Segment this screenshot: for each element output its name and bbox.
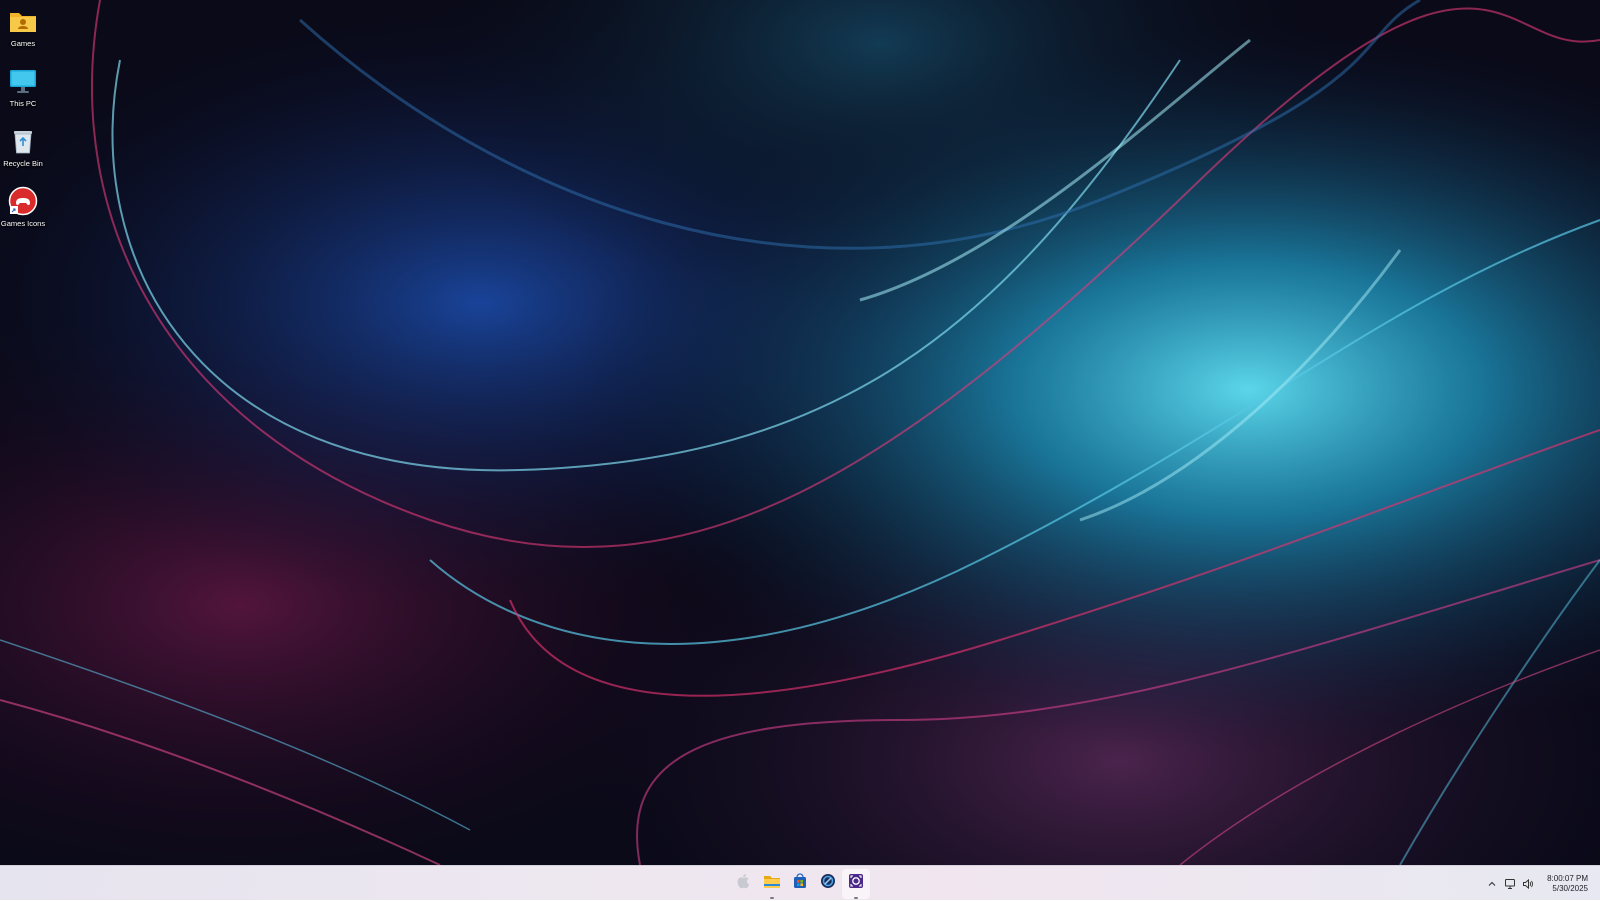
desktop-icon-label: Games Icons [0, 219, 46, 228]
desktop-icon-label: Recycle Bin [3, 159, 43, 168]
folder-user-icon [8, 6, 38, 36]
taskbar-app-circle[interactable] [814, 869, 842, 899]
system-tray: 8:00:07 PM 5/30/2025 [1483, 866, 1588, 901]
microsoft-store-icon [792, 873, 808, 894]
taskbar-pinned-apps [730, 866, 870, 901]
network-icon[interactable] [1503, 877, 1517, 891]
desktop-icon-this-pc[interactable]: This PC [0, 60, 46, 118]
desktop-icon-games[interactable]: Games [0, 0, 46, 58]
app-circle-icon [820, 873, 836, 894]
recycle-bin-icon [8, 126, 38, 156]
taskbar-app-file-explorer[interactable] [758, 869, 786, 899]
running-indicator [854, 896, 858, 899]
desktop-icon-recycle-bin[interactable]: Recycle Bin [0, 120, 46, 178]
clock-date: 5/30/2025 [1552, 883, 1588, 893]
wallpaper [0, 0, 1600, 865]
taskbar-app-apple[interactable] [730, 869, 758, 899]
volume-icon[interactable] [1521, 877, 1535, 891]
desktop-icon-label: Games [10, 39, 36, 48]
apple-logo-icon [736, 873, 752, 894]
desktop[interactable]: Games This PC Recycle Bin Games Icons [0, 0, 1600, 865]
monitor-icon [8, 66, 38, 96]
chevron-up-icon[interactable] [1485, 877, 1499, 891]
file-explorer-icon [763, 872, 781, 895]
desktop-icon-games-icons[interactable]: Games Icons [0, 180, 46, 238]
gamepad-shortcut-icon [8, 186, 38, 216]
running-indicator [770, 896, 774, 899]
taskbar-clock[interactable]: 8:00:07 PM 5/30/2025 [1547, 874, 1588, 894]
taskbar: 8:00:07 PM 5/30/2025 [0, 865, 1600, 900]
clock-time: 8:00:07 PM [1547, 873, 1588, 883]
taskbar-app-screen-capture[interactable] [842, 868, 870, 899]
screen-capture-icon [848, 873, 864, 894]
desktop-icon-label: This PC [9, 99, 37, 108]
taskbar-app-microsoft-store[interactable] [786, 869, 814, 899]
